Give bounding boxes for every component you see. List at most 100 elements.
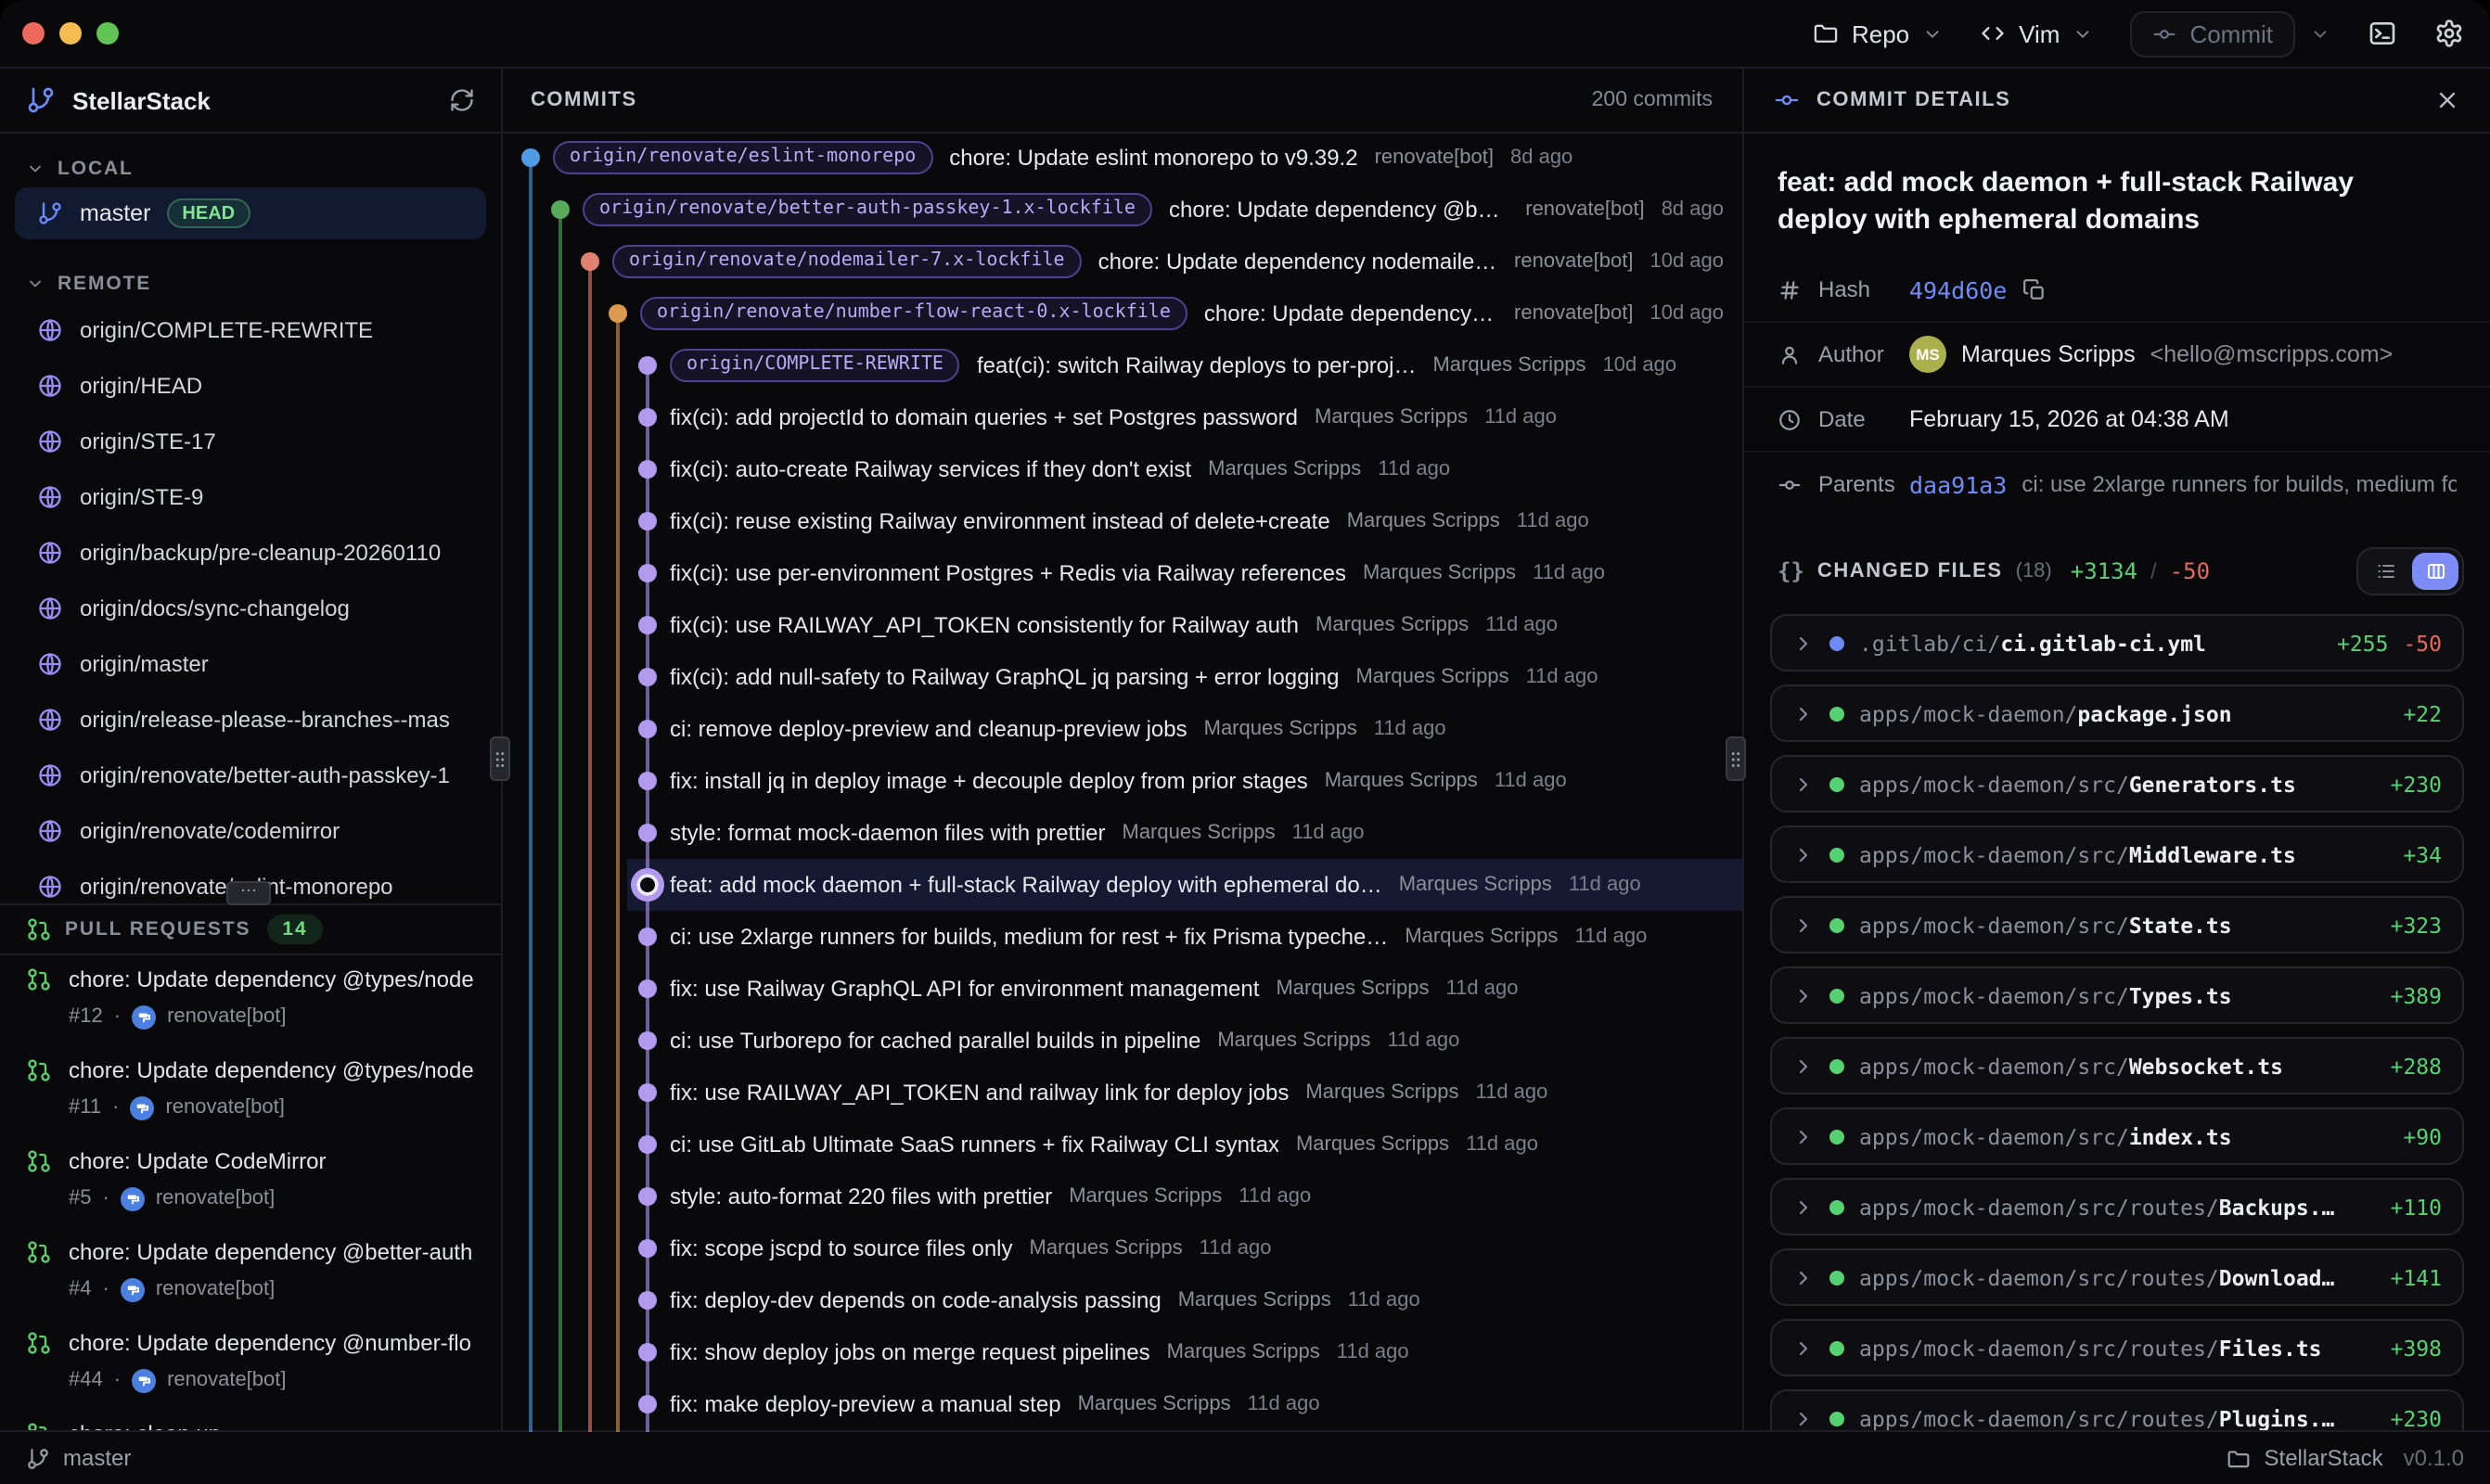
- sidebar-remote-branch[interactable]: origin/renovate/codemirror: [0, 803, 501, 859]
- commit-branch-badge[interactable]: origin/renovate/nodemailer-7.x-lockfile: [612, 245, 1082, 278]
- commit-message: ci: remove deploy-preview and cleanup-pr…: [670, 716, 1187, 742]
- commit-hash-link[interactable]: 494d60e: [1909, 275, 2007, 303]
- commit-row[interactable]: fix: deploy-dev depends on code-analysis…: [501, 1274, 1742, 1326]
- file-name: index.ts: [2129, 1123, 2232, 1149]
- section-header-pull-requests[interactable]: PULL REQUESTS 14: [0, 903, 501, 955]
- sidebar-remote-branch[interactable]: origin/master: [0, 636, 501, 692]
- commit-row[interactable]: fix(ci): auto-create Railway services if…: [501, 443, 1742, 495]
- commit-row[interactable]: style: format mock-daemon files with pre…: [501, 807, 1742, 859]
- pull-request-item[interactable]: chore: Update CodeMirror #5 · renovate[b…: [0, 1145, 501, 1235]
- commit-row[interactable]: origin/renovate/number-flow-react-0.x-lo…: [501, 288, 1742, 339]
- list-view-button[interactable]: [2362, 553, 2408, 590]
- section-header-remote[interactable]: REMOTE: [0, 265, 501, 302]
- commit-row[interactable]: fix: scope jscpd to source files only Ma…: [501, 1222, 1742, 1274]
- changed-file-row[interactable]: apps/mock-daemon/src/routes/Plugins.… +2…: [1770, 1389, 2464, 1432]
- file-name: Plugins.…: [2219, 1405, 2335, 1431]
- commit-row[interactable]: fix(ci): use RAILWAY_API_TOKEN consisten…: [501, 599, 1742, 651]
- changed-file-row[interactable]: apps/mock-daemon/src/routes/Backups.… +1…: [1770, 1178, 2464, 1235]
- changed-file-row[interactable]: apps/mock-daemon/src/routes/Download… +1…: [1770, 1248, 2464, 1306]
- sidebar-remote-branch[interactable]: origin/backup/pre-cleanup-20260110: [0, 525, 501, 581]
- commit-author: Marques Scripps: [1123, 822, 1276, 844]
- commit-row[interactable]: origin/renovate/better-auth-passkey-1.x-…: [501, 184, 1742, 236]
- commit-row[interactable]: fix(ci): add null-safety to Railway Grap…: [501, 651, 1742, 703]
- section-resize-handle[interactable]: ⋯: [226, 881, 271, 905]
- commit-row[interactable]: fix(ci): reuse existing Railway environm…: [501, 495, 1742, 547]
- commit-branch-badge[interactable]: origin/renovate/number-flow-react-0.x-lo…: [640, 297, 1187, 330]
- file-name: Generators.ts: [2129, 771, 2296, 797]
- zoom-window-button[interactable]: [96, 22, 119, 45]
- commit-row[interactable]: ci: remove deploy-preview and cleanup-pr…: [501, 703, 1742, 755]
- sidebar-remote-branch[interactable]: origin/release-please--branches--mas: [0, 692, 501, 748]
- commit-time: 11d ago: [1569, 874, 1641, 896]
- dot-separator: ·: [114, 1005, 121, 1028]
- commit-author: Marques Scripps: [1432, 354, 1585, 377]
- file-status-dot: [1829, 988, 1844, 1003]
- pull-request-item[interactable]: chore: Update dependency @types/node #11…: [0, 1054, 501, 1145]
- section-header-local[interactable]: LOCAL: [0, 150, 501, 187]
- repo-menu[interactable]: Repo: [1813, 19, 1943, 47]
- refresh-button[interactable]: [449, 87, 475, 113]
- commit-row[interactable]: origin/renovate/eslint-monorepo chore: U…: [501, 132, 1742, 184]
- changed-file-row[interactable]: apps/mock-daemon/src/Generators.ts +230: [1770, 755, 2464, 812]
- sidebar-remote-branch[interactable]: origin/COMPLETE-REWRITE: [0, 302, 501, 358]
- commit-row[interactable]: ci: use 2xlarge runners for builds, medi…: [501, 911, 1742, 963]
- details-resize-handle[interactable]: [1726, 736, 1746, 781]
- commit-time: 11d ago: [1574, 926, 1647, 948]
- changed-file-row[interactable]: apps/mock-daemon/src/index.ts +90: [1770, 1107, 2464, 1165]
- hash-icon: [1778, 277, 1802, 301]
- commit-row[interactable]: style: auto-format 220 files with pretti…: [501, 1171, 1742, 1222]
- sidebar-resize-handle[interactable]: [490, 736, 510, 781]
- changed-file-row[interactable]: apps/mock-daemon/src/Middleware.ts +34: [1770, 825, 2464, 883]
- grid-view-button[interactable]: [2412, 553, 2458, 590]
- commit-message: feat: add mock daemon + full-stack Railw…: [670, 872, 1382, 898]
- file-additions: +389: [2391, 982, 2442, 1008]
- pull-request-item[interactable]: chore: Update dependency @better-auth #4…: [0, 1235, 501, 1326]
- commit-row[interactable]: fix: show deploy jobs on merge request p…: [501, 1326, 1742, 1378]
- close-details-button[interactable]: [2434, 87, 2460, 113]
- close-window-button[interactable]: [22, 22, 45, 45]
- title-bar: Repo Vim Commit: [0, 0, 2490, 67]
- commit-row[interactable]: origin/COMPLETE-REWRITE feat(ci): switch…: [501, 339, 1742, 391]
- terminal-button[interactable]: [2368, 19, 2397, 48]
- remote-section-label: REMOTE: [58, 273, 151, 295]
- commit-row[interactable]: fix(ci): use per-environment Postgres + …: [501, 547, 1742, 599]
- changed-file-row[interactable]: apps/mock-daemon/src/routes/Files.ts +39…: [1770, 1319, 2464, 1376]
- chevron-down-icon[interactable]: [2310, 23, 2330, 44]
- pull-request-item[interactable]: chore: Update dependency @types/node #12…: [0, 963, 501, 1054]
- parent-hash-link[interactable]: daa91a3: [1909, 470, 2007, 498]
- changed-file-row[interactable]: apps/mock-daemon/src/State.ts +323: [1770, 896, 2464, 953]
- commit-row[interactable]: fix: use Railway GraphQL API for environ…: [501, 963, 1742, 1015]
- sidebar-remote-branch[interactable]: origin/HEAD: [0, 358, 501, 414]
- changed-file-row[interactable]: apps/mock-daemon/package.json +22: [1770, 684, 2464, 742]
- commit-row[interactable]: ci: use Turborepo for cached parallel bu…: [501, 1015, 1742, 1067]
- changed-file-row[interactable]: apps/mock-daemon/src/Websocket.ts +288: [1770, 1037, 2464, 1094]
- commit-row[interactable]: ci: use GitLab Ultimate SaaS runners + f…: [501, 1119, 1742, 1171]
- editor-menu[interactable]: Vim: [1980, 19, 2093, 47]
- settings-button[interactable]: [2434, 19, 2464, 48]
- commit-branch-badge[interactable]: origin/renovate/eslint-monorepo: [553, 141, 932, 174]
- commit-time: 11d ago: [1292, 822, 1365, 844]
- commit-time: 11d ago: [1526, 666, 1598, 688]
- changed-files-count: (18): [2016, 560, 2052, 582]
- commit-branch-badge[interactable]: origin/COMPLETE-REWRITE: [670, 349, 960, 382]
- changed-file-row[interactable]: .gitlab/ci/ci.gitlab-ci.yml +255 -50: [1770, 614, 2464, 672]
- commit-row[interactable]: fix: install jq in deploy image + decoup…: [501, 755, 1742, 807]
- commit-row[interactable]: fix(ci): add projectId to domain queries…: [501, 391, 1742, 443]
- commit-button[interactable]: Commit: [2130, 10, 2295, 57]
- sidebar-remote-branch[interactable]: origin/STE-17: [0, 414, 501, 469]
- sidebar-remote-branch[interactable]: origin/STE-9: [0, 469, 501, 525]
- minimize-window-button[interactable]: [59, 22, 82, 45]
- copy-hash-button[interactable]: [2022, 277, 2046, 301]
- total-additions: +3134: [2071, 558, 2137, 584]
- changed-file-row[interactable]: apps/mock-daemon/src/Types.ts +389: [1770, 966, 2464, 1024]
- sidebar-remote-branch[interactable]: origin/renovate/better-auth-passkey-1: [0, 748, 501, 803]
- globe-icon: [37, 540, 63, 566]
- sidebar-remote-branch[interactable]: origin/docs/sync-changelog: [0, 581, 501, 636]
- pull-request-item[interactable]: chore: Update dependency @number-flo #44…: [0, 1326, 501, 1417]
- commit-row[interactable]: fix: make deploy-preview a manual step M…: [501, 1378, 1742, 1430]
- commit-row[interactable]: origin/renovate/nodemailer-7.x-lockfile …: [501, 236, 1742, 288]
- commit-branch-badge[interactable]: origin/renovate/better-auth-passkey-1.x-…: [583, 193, 1152, 226]
- commit-row[interactable]: fix: use RAILWAY_API_TOKEN and railway l…: [501, 1067, 1742, 1119]
- commit-row[interactable]: feat: add mock daemon + full-stack Railw…: [501, 859, 1742, 911]
- sidebar-branch-master[interactable]: master HEAD: [15, 187, 486, 239]
